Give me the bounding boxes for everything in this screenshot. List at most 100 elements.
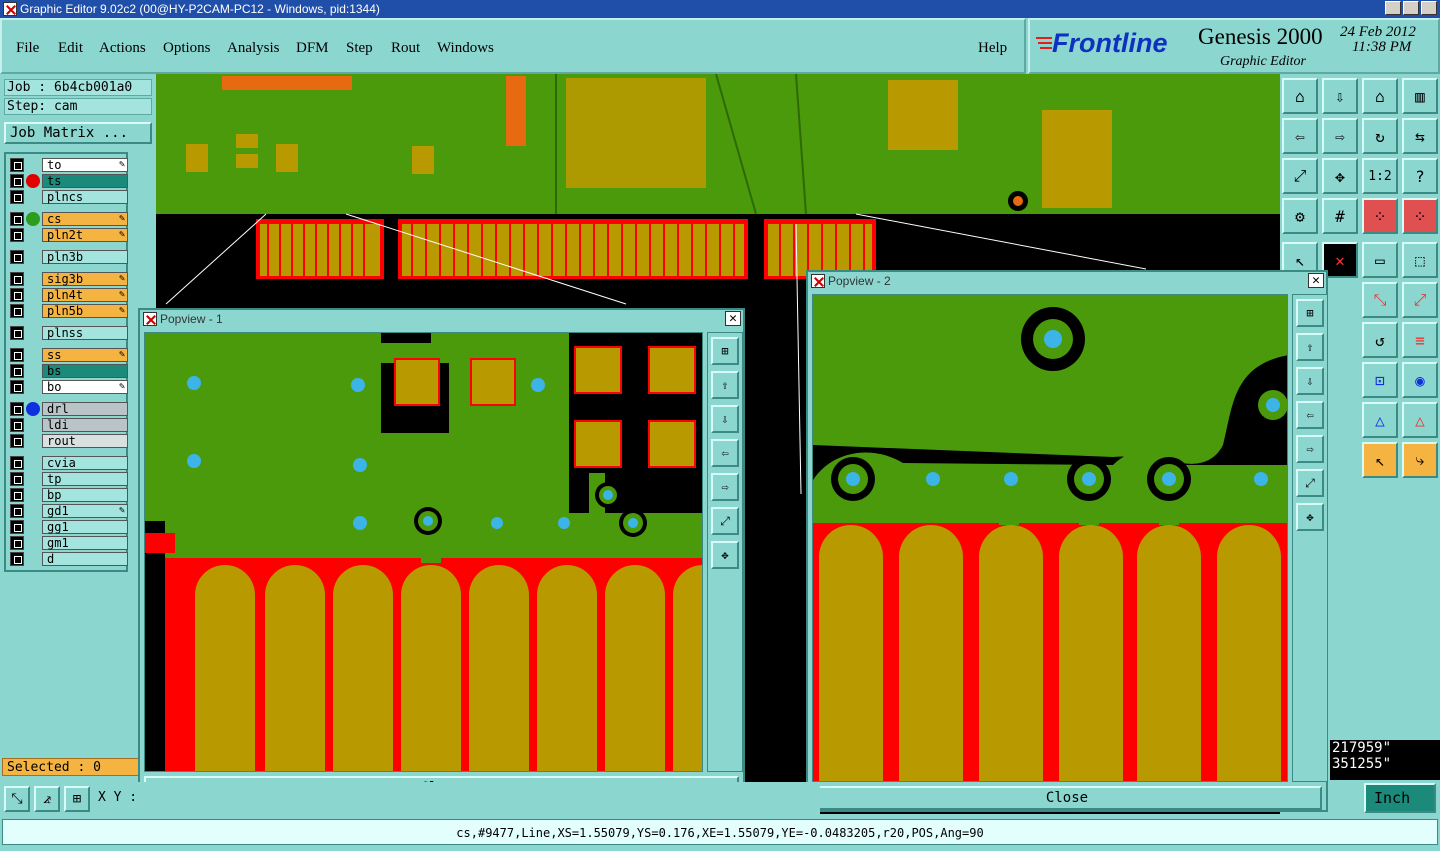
snap-center-icon[interactable]: ⁘ [1402,198,1438,234]
layer-name[interactable]: plncs [42,190,128,204]
layer-checkbox[interactable] [10,456,24,470]
units-button[interactable]: Inch [1364,783,1436,813]
layer-row-d[interactable]: d [10,552,128,566]
triangle-red-icon[interactable]: △ [1402,402,1438,438]
pv1-zoom-in-icon[interactable]: ⊞ [711,337,739,365]
pv2-zoom-in-icon[interactable]: ⊞ [1296,299,1324,327]
zoom-ratio-icon[interactable]: 1:2 [1362,158,1398,194]
add-arc-icon[interactable]: ⤢ [1402,282,1438,318]
layer-name[interactable]: tp [42,472,128,486]
menu-step[interactable]: Step [346,40,373,57]
add-line-icon[interactable]: ⤡ [1362,282,1398,318]
pv1-center-icon[interactable]: ✥ [711,541,739,569]
popview-1-canvas[interactable] [144,332,703,772]
pv2-zoom-fit-icon[interactable]: ⤢ [1296,469,1324,497]
menu-analysis[interactable]: Analysis [227,40,280,57]
minimize-button[interactable] [1385,1,1401,15]
zoom-fit-icon[interactable]: ⤢ [1282,158,1318,194]
layer-name[interactable]: gg1 [42,520,128,534]
zoom-home-icon[interactable]: ⌂ [1282,78,1318,114]
ruler-icon[interactable]: ▭ [1362,242,1398,278]
home-icon[interactable]: ⌂ [1362,78,1398,114]
layer-checkbox[interactable] [10,326,24,340]
layer-name[interactable]: to ✎ [42,158,128,172]
layer-row-gd1[interactable]: gd1 ✎ [10,504,128,518]
menu-dfm[interactable]: DFM [296,40,329,57]
zoom-area-icon[interactable]: ⤡ [4,786,30,812]
job-matrix-button[interactable]: Job Matrix ... [4,122,152,144]
layer-row-bs[interactable]: bs [10,364,128,378]
layer-checkbox[interactable] [10,174,24,188]
layer-row-bp[interactable]: bp [10,488,128,502]
layer-checkbox[interactable] [10,250,24,264]
layer-name[interactable]: plnss [42,326,128,340]
layer-name[interactable]: ldi [42,418,128,432]
grid-icon[interactable]: # [1322,198,1358,234]
layer-name[interactable]: pln5b ✎ [42,304,128,318]
layer-row-ss[interactable]: ss ✎ [10,348,128,362]
layer-checkbox[interactable] [10,418,24,432]
pv1-pan-down-icon[interactable]: ⇩ [711,405,739,433]
layer-checkbox[interactable] [10,434,24,448]
layer-checkbox[interactable] [10,190,24,204]
popview-1-close-icon[interactable]: ✕ [725,311,741,326]
pv2-pan-up-icon[interactable]: ⇧ [1296,333,1324,361]
layer-checkbox[interactable] [10,228,24,242]
layer-row-ldi[interactable]: ldi [10,418,128,432]
layer-checkbox[interactable] [10,472,24,486]
layer-row-drl[interactable]: drl [10,402,128,416]
layer-checkbox[interactable] [10,212,24,226]
help-icon[interactable]: ? [1402,158,1438,194]
measure-line-icon[interactable]: ⦨ [34,786,60,812]
layer-row-sig3b[interactable]: sig3b ✎ [10,272,128,286]
layer-row-pln2t[interactable]: pln2t ✎ [10,228,128,242]
maximize-button[interactable] [1403,1,1419,15]
window-split-icon[interactable]: ▥ [1402,78,1438,114]
layer-row-bo[interactable]: bo ✎ [10,380,128,394]
layer-name[interactable]: ss ✎ [42,348,128,362]
menu-rout[interactable]: Rout [391,40,420,57]
layer-checkbox[interactable] [10,158,24,172]
pan-left-icon[interactable]: ⇦ [1282,118,1318,154]
layer-row-rout[interactable]: rout [10,434,128,448]
snap-icon[interactable]: ⁘ [1362,198,1398,234]
layer-checkbox[interactable] [10,552,24,566]
popview-2-canvas[interactable] [812,294,1288,782]
pv2-center-icon[interactable]: ✥ [1296,503,1324,531]
layer-name[interactable]: bs [42,364,128,378]
layer-name[interactable]: gm1 [42,536,128,550]
pv2-pan-left-icon[interactable]: ⇦ [1296,401,1324,429]
layer-row-gm1[interactable]: gm1 [10,536,128,550]
pan-down-icon[interactable]: ⇩ [1322,78,1358,114]
menu-help[interactable]: Help [978,40,1007,57]
layer-name[interactable]: d [42,552,128,566]
pv1-zoom-fit-icon[interactable]: ⤢ [711,507,739,535]
mirror-icon[interactable]: ⇆ [1402,118,1438,154]
menu-file[interactable]: File [16,40,39,57]
menu-edit[interactable]: Edit [58,40,83,57]
menu-windows[interactable]: Windows [437,40,494,57]
select-box-icon[interactable]: ⬚ [1402,242,1438,278]
layer-checkbox[interactable] [10,488,24,502]
pv1-pan-up-icon[interactable]: ⇧ [711,371,739,399]
layer-checkbox[interactable] [10,272,24,286]
layer-row-pln5b[interactable]: pln5b ✎ [10,304,128,318]
layer-name[interactable]: pln2t ✎ [42,228,128,242]
layer-checkbox[interactable] [10,402,24,416]
pv1-pan-right-icon[interactable]: ⇨ [711,473,739,501]
pv1-pan-left-icon[interactable]: ⇦ [711,439,739,467]
layer-name[interactable]: pln3b [42,250,128,264]
close-window-button[interactable] [1421,1,1437,15]
popview-2-close-icon[interactable]: ✕ [1308,273,1324,288]
popview-2-close-button[interactable]: Close [812,786,1322,810]
layer-row-cvia[interactable]: cvia [10,456,128,470]
layer-name[interactable]: cs ✎ [42,212,128,226]
layer-row-tp[interactable]: tp [10,472,128,486]
layer-name[interactable]: rout [42,434,128,448]
layer-checkbox[interactable] [10,380,24,394]
layer-checkbox[interactable] [10,536,24,550]
layer-name[interactable]: gd1 ✎ [42,504,128,518]
layer-name[interactable]: sig3b ✎ [42,272,128,286]
connect-icon[interactable]: ⤷ [1402,442,1438,478]
grid-toggle-icon[interactable]: ⊞ [64,786,90,812]
